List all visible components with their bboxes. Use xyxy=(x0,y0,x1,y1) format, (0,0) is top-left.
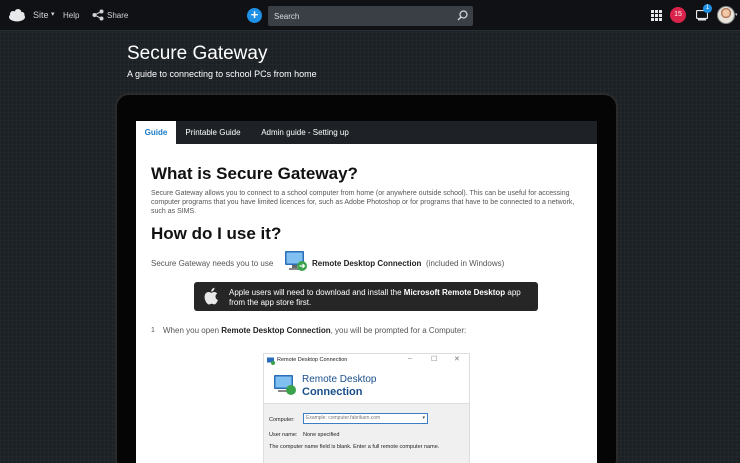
avatar[interactable] xyxy=(717,6,735,24)
remote-desktop-icon xyxy=(267,357,275,365)
apple-callout-text: Apple users will need to download and in… xyxy=(229,288,529,308)
rdc-dialog-screenshot: Remote Desktop Connection – ☐ ✕ Remote D… xyxy=(263,353,470,463)
add-button[interactable]: + xyxy=(247,8,262,23)
site-menu[interactable]: Site xyxy=(33,10,49,20)
user-name-label: User name: xyxy=(269,432,298,438)
top-navigation-bar: Site ▾ Help Share + 15 1 ▾ xyxy=(0,0,740,31)
computer-field-placeholder: Example: computer.fabrikam.com xyxy=(306,415,381,421)
needs-text: Secure Gateway needs you to use xyxy=(151,259,274,268)
tab-printable-guide[interactable]: Printable Guide xyxy=(180,121,246,144)
notifications-badge[interactable]: 15 xyxy=(670,7,686,23)
dialog-banner-line2: Connection xyxy=(302,386,363,398)
apple-app-name: Microsoft Remote Desktop xyxy=(403,288,506,297)
step-number: 1 xyxy=(151,327,155,334)
page-subtitle: A guide to connecting to school PCs from… xyxy=(127,69,317,79)
chevron-down-icon[interactable]: ▾ xyxy=(51,10,55,18)
apple-icon xyxy=(204,287,218,305)
rdc-app-name: Remote Desktop Connection xyxy=(312,259,422,268)
chevron-down-icon: ▾ xyxy=(422,415,425,421)
share-link[interactable]: Share xyxy=(107,11,128,20)
maximize-icon: ☐ xyxy=(431,356,438,363)
dialog-title: Remote Desktop Connection xyxy=(277,357,348,363)
share-icon[interactable] xyxy=(92,9,104,21)
intro-paragraph: Secure Gateway allows you to connect to … xyxy=(151,190,575,215)
apple-callout: Apple users will need to download and in… xyxy=(194,282,538,311)
dialog-banner: Remote Desktop Connection xyxy=(264,368,469,404)
help-link[interactable]: Help xyxy=(63,11,79,20)
rdc-note: (included in Windows) xyxy=(426,259,505,268)
cloud-logo-icon[interactable] xyxy=(8,8,26,22)
dialog-titlebar: Remote Desktop Connection – ☐ ✕ xyxy=(264,354,469,368)
step-text: When you open Remote Desktop Connection,… xyxy=(163,326,466,335)
search-box xyxy=(268,6,473,26)
remote-desktop-icon xyxy=(274,375,296,395)
tab-admin-guide[interactable]: Admin guide - Setting up xyxy=(253,121,357,144)
heading-how-to-use: How do I use it? xyxy=(151,224,282,243)
tab-bar: Guide Printable Guide Admin guide - Sett… xyxy=(136,121,597,144)
chevron-down-icon[interactable]: ▾ xyxy=(735,12,738,18)
dialog-hint: The computer name field is blank. Enter … xyxy=(269,444,440,450)
tab-guide[interactable]: Guide xyxy=(136,121,176,144)
search-icon[interactable] xyxy=(457,10,468,21)
computer-label: Computer: xyxy=(269,417,295,423)
dialog-banner-line1: Remote Desktop xyxy=(302,374,377,385)
remote-desktop-icon xyxy=(285,251,307,271)
close-icon: ✕ xyxy=(454,356,460,363)
step-text-bold: Remote Desktop Connection xyxy=(221,326,331,335)
user-name-value: None specified xyxy=(303,432,340,438)
page-title: Secure Gateway xyxy=(127,43,268,64)
search-input[interactable] xyxy=(274,6,444,26)
messages-badge[interactable]: 1 xyxy=(703,4,712,13)
apple-text-prefix: Apple users will need to download and in… xyxy=(229,288,404,297)
step-text-suffix: , you will be prompted for a Computer: xyxy=(330,326,467,335)
minimize-icon: – xyxy=(408,355,412,362)
heading-what-is: What is Secure Gateway? xyxy=(151,164,358,183)
computer-field: Example: computer.fabrikam.com ▾ xyxy=(303,413,428,424)
guide-content-panel: Guide Printable Guide Admin guide - Sett… xyxy=(136,121,597,463)
step-text-prefix: When you open xyxy=(163,326,222,335)
apps-grid-icon[interactable] xyxy=(651,10,662,21)
